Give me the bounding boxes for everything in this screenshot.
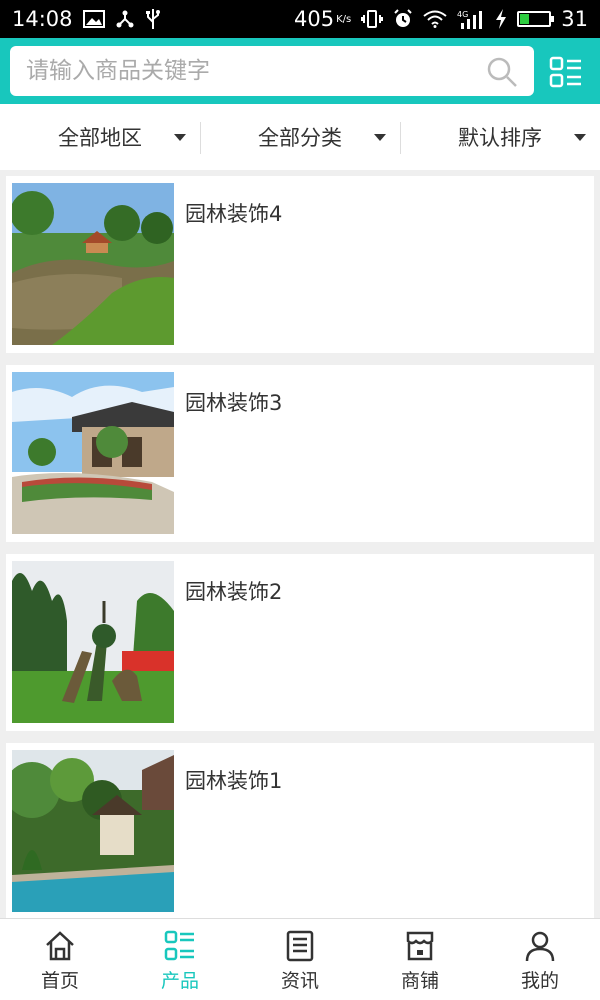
vibrate-icon: [361, 9, 384, 29]
filter-bar: 全部地区 全部分类 默认排序: [0, 104, 600, 170]
news-icon: [286, 930, 314, 962]
caret-down-icon: [574, 134, 586, 141]
network-type-label: 4G: [457, 10, 468, 19]
network-speed-unit: K/s: [336, 13, 352, 25]
filter-region[interactable]: 全部地区: [0, 104, 200, 170]
tab-news-label: 资讯: [280, 970, 319, 992]
product-list: 园林装饰4 园林装饰3 园林装饰2 园林装饰1: [6, 176, 594, 932]
product-item[interactable]: 园林装饰3: [6, 365, 594, 542]
filter-category-label: 全部分类: [258, 126, 342, 150]
tab-shop[interactable]: 商铺: [360, 919, 480, 1000]
tab-mine[interactable]: 我的: [480, 919, 600, 1000]
network-speed: 405: [294, 7, 335, 31]
share-notification-icon: [115, 9, 135, 29]
search-icon[interactable]: [486, 56, 518, 88]
product-image-garden-pond[interactable]: [12, 183, 174, 345]
category-menu-icon[interactable]: [548, 55, 584, 91]
user-icon: [525, 931, 555, 962]
product-image-villa-garden[interactable]: [12, 372, 174, 534]
tab-shop-label: 商铺: [400, 970, 439, 992]
battery-fill: [520, 14, 529, 24]
status-bar: 14:08 405 K/s 4G 31: [0, 0, 600, 38]
product-title[interactable]: 园林装饰2: [185, 576, 282, 731]
filter-sort[interactable]: 默认排序: [400, 104, 600, 170]
product-image-pool-pavilion[interactable]: [12, 750, 174, 912]
tab-news[interactable]: 资讯: [240, 919, 360, 1000]
home-icon: [46, 931, 74, 961]
caret-down-icon: [374, 134, 386, 141]
signal-icon: 4G: [457, 9, 485, 29]
tab-home[interactable]: 首页: [0, 919, 120, 1000]
filter-category[interactable]: 全部分类: [200, 104, 400, 170]
battery-icon: [517, 11, 555, 27]
search-header: [0, 38, 600, 104]
product-title[interactable]: 园林装饰4: [185, 198, 282, 353]
tab-home-label: 首页: [40, 970, 79, 992]
tab-products-label: 产品: [160, 970, 199, 992]
product-image-playground[interactable]: [12, 561, 174, 723]
filter-region-label: 全部地区: [58, 126, 142, 150]
alarm-icon: [393, 9, 413, 29]
product-item[interactable]: 园林装饰4: [6, 176, 594, 353]
product-item[interactable]: 园林装饰1: [6, 743, 594, 920]
tab-products[interactable]: 产品: [120, 919, 240, 1000]
tab-mine-label: 我的: [520, 970, 559, 992]
product-item[interactable]: 园林装饰2: [6, 554, 594, 731]
battery-percent: 31: [561, 7, 588, 31]
shop-icon: [406, 931, 434, 961]
usb-icon: [145, 8, 161, 30]
product-list-icon: [164, 930, 194, 961]
bottom-tab-bar: 首页 产品 资讯 商铺 我的: [0, 918, 600, 1000]
product-title[interactable]: 园林装饰1: [185, 765, 282, 920]
status-time: 14:08: [12, 7, 73, 31]
filter-sort-label: 默认排序: [458, 126, 542, 150]
image-notification-icon: [82, 10, 105, 28]
caret-down-icon: [174, 134, 186, 141]
search-input[interactable]: [10, 46, 534, 96]
charging-icon: [495, 9, 507, 29]
wifi-icon: [423, 10, 447, 28]
product-title[interactable]: 园林装饰3: [185, 387, 282, 542]
